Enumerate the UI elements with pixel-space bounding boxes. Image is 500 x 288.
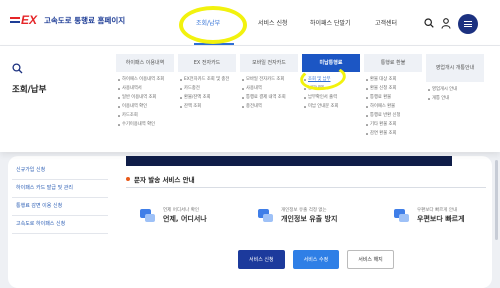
service-feature: 우편보다 빠르게 안내 우편보다 빠르게 xyxy=(392,206,500,224)
search-icon[interactable] xyxy=(424,18,434,28)
section-title-text: 문자 발송 서비스 안내 xyxy=(134,176,195,184)
menu-item[interactable]: 감면 환불 조회 xyxy=(364,129,422,138)
service-feature: 개인정보 유출 걱정 없는 개인정보 유출 방지 xyxy=(256,206,366,224)
scrollbar[interactable] xyxy=(495,160,498,240)
menu-column-heading[interactable]: 통행료 환불 xyxy=(364,54,422,72)
menu-item[interactable]: EX전자카드 조회 및 충전 xyxy=(178,75,236,84)
divider xyxy=(126,187,486,188)
service-feature-title: 언제, 어디서나 xyxy=(163,214,207,223)
menu-item[interactable]: 환불/잔액 조회 xyxy=(178,93,236,102)
service-feature-sub: 우편보다 빠르게 안내 xyxy=(417,207,458,213)
user-icon[interactable] xyxy=(441,18,451,29)
mega-menu-title: 조회/납부 xyxy=(12,63,46,95)
menu-item[interactable]: 미납 안내문 조회 xyxy=(302,102,360,111)
service-apply-button[interactable]: 서비스 신청 xyxy=(238,250,285,269)
menu-item[interactable]: 카드충전 xyxy=(178,84,236,93)
search-icon xyxy=(12,63,23,74)
menu-column: 모바일 전자카드 모바일 전자카드 조회 사용내역 통행료 결제 내역 조회 충… xyxy=(240,54,298,111)
menu-column: 영업개시 개통안내 영업개시 안내 개통 안내 xyxy=(426,54,484,103)
nav-service-apply[interactable]: 서비스 신청 xyxy=(258,18,288,27)
site-logo[interactable]: EX 고속도로 통행료 홈페이지 xyxy=(10,13,126,27)
site-header: EX 고속도로 통행료 홈페이지 조회/납부 서비스 신청 하이패스 단말기 고… xyxy=(0,0,500,46)
menu-item[interactable]: 수기이용내역 확인 xyxy=(116,120,174,129)
menu-item[interactable]: 통행료 결제 내역 조회 xyxy=(240,93,298,102)
service-feature: 언제 어디서나 확인 언제, 어디서나 xyxy=(138,206,248,224)
service-feature-title: 개인정보 유출 방지 xyxy=(281,214,338,223)
menu-item[interactable]: 영업개시 안내 xyxy=(426,85,484,94)
nav-customer-center[interactable]: 고객센터 xyxy=(375,18,397,27)
menu-item[interactable]: 개통 안내 xyxy=(426,94,484,103)
chat-icon xyxy=(138,206,156,224)
ex-logo-icon: EX xyxy=(10,13,40,27)
logo-text: 고속도로 통행료 홈페이지 xyxy=(44,16,126,25)
content-banner xyxy=(126,156,452,166)
left-nav-item[interactable]: 통행료 감면 이용 신청 xyxy=(12,198,108,216)
service-feature-sub: 언제 어디서나 확인 xyxy=(163,207,199,213)
nav-hipass-device[interactable]: 하이패스 단말기 xyxy=(310,18,351,27)
menu-column: EX 전자카드 EX전자카드 조회 및 충전 카드충전 환불/잔액 조회 잔액 … xyxy=(178,54,236,111)
menu-item[interactable]: 사용내역서 xyxy=(116,84,174,93)
menu-item[interactable]: 일반 이용내역 조회 xyxy=(116,93,174,102)
left-nav-item[interactable]: 신규가입 신청 xyxy=(12,162,108,180)
bullet-icon xyxy=(126,177,130,181)
service-modify-button[interactable]: 서비스 수정 xyxy=(292,250,340,269)
menu-item[interactable]: 이용내역 확인 xyxy=(116,102,174,111)
menu-item[interactable]: 하이패스 환불 xyxy=(364,102,422,111)
menu-column: 통행료 환불 환불 대상 조회 환불 신청 조회 통행료 환불 하이패스 환불 … xyxy=(364,54,422,138)
menu-column-heading[interactable]: EX 전자카드 xyxy=(178,54,236,72)
mail-lock-icon xyxy=(256,206,274,224)
menu-item[interactable]: 통행료 반환 신청 xyxy=(364,111,422,120)
service-feature-sub: 개인정보 유출 걱정 없는 xyxy=(281,207,327,213)
menu-item[interactable]: 통행료 환불 xyxy=(364,93,422,102)
menu-item[interactable]: 카드조회 xyxy=(116,111,174,120)
service-buttons: 서비스 신청 서비스 수정 서비스 해지 xyxy=(238,250,394,269)
highlight-annotation xyxy=(179,6,247,44)
menu-item[interactable]: 사용내역 xyxy=(240,84,298,93)
phone-fast-icon xyxy=(392,206,410,224)
service-feature-title: 우편보다 빠르게 xyxy=(417,214,465,223)
menu-column-heading[interactable]: 모바일 전자카드 xyxy=(240,54,298,72)
hamburger-menu-button[interactable] xyxy=(458,14,478,34)
service-cancel-button[interactable]: 서비스 해지 xyxy=(347,250,394,269)
left-nav-item[interactable]: 고속도로 하이패스 신청 xyxy=(12,216,108,234)
mega-menu-title-text: 조회/납부 xyxy=(12,85,47,95)
menu-item[interactable]: 충전내역 xyxy=(240,102,298,111)
menu-column: 하이패스 이용내역 하이패스 이용내역 조회 사용내역서 일반 이용내역 조회 … xyxy=(116,54,174,129)
left-nav-item[interactable]: 하이패스 카드 발급 및 관리 xyxy=(12,180,108,198)
menu-item[interactable]: 환불 대상 조회 xyxy=(364,75,422,84)
menu-item[interactable]: 환불 신청 조회 xyxy=(364,84,422,93)
section-title: 문자 발송 서비스 안내 xyxy=(126,174,195,184)
menu-column-heading[interactable]: 하이패스 이용내역 xyxy=(116,54,174,72)
menu-item[interactable]: 하이패스 이용내역 조회 xyxy=(116,75,174,84)
menu-item[interactable]: 기타 환불 조회 xyxy=(364,120,422,129)
menu-item[interactable]: 납부확인서 출력 xyxy=(302,93,360,102)
menu-item[interactable]: 모바일 전자카드 조회 xyxy=(240,75,298,84)
menu-column-heading[interactable]: 영업개시 개통안내 xyxy=(426,54,484,82)
left-sub-nav: 신규가입 신청 하이패스 카드 발급 및 관리 통행료 감면 이용 신청 고속도… xyxy=(12,162,108,234)
menu-item[interactable]: 잔액 조회 xyxy=(178,102,236,111)
